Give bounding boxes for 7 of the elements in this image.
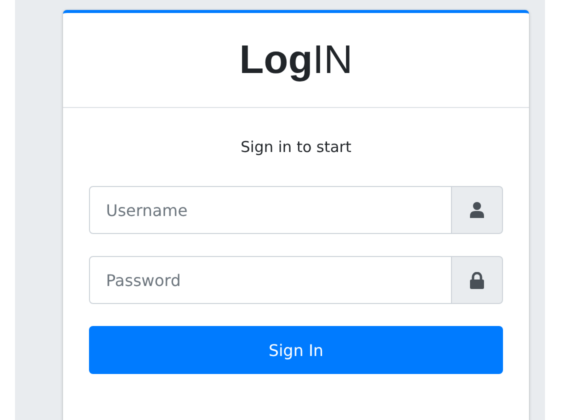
login-message: Sign in to start [240,138,352,156]
input-field[interactable]: Password [89,256,452,304]
input-field[interactable]: Username [89,186,452,234]
user-icon [470,202,484,218]
lock-icon [470,272,484,288]
sign-in-button[interactable]: Sign In [89,326,503,374]
logo-title: LogIN [239,38,353,82]
